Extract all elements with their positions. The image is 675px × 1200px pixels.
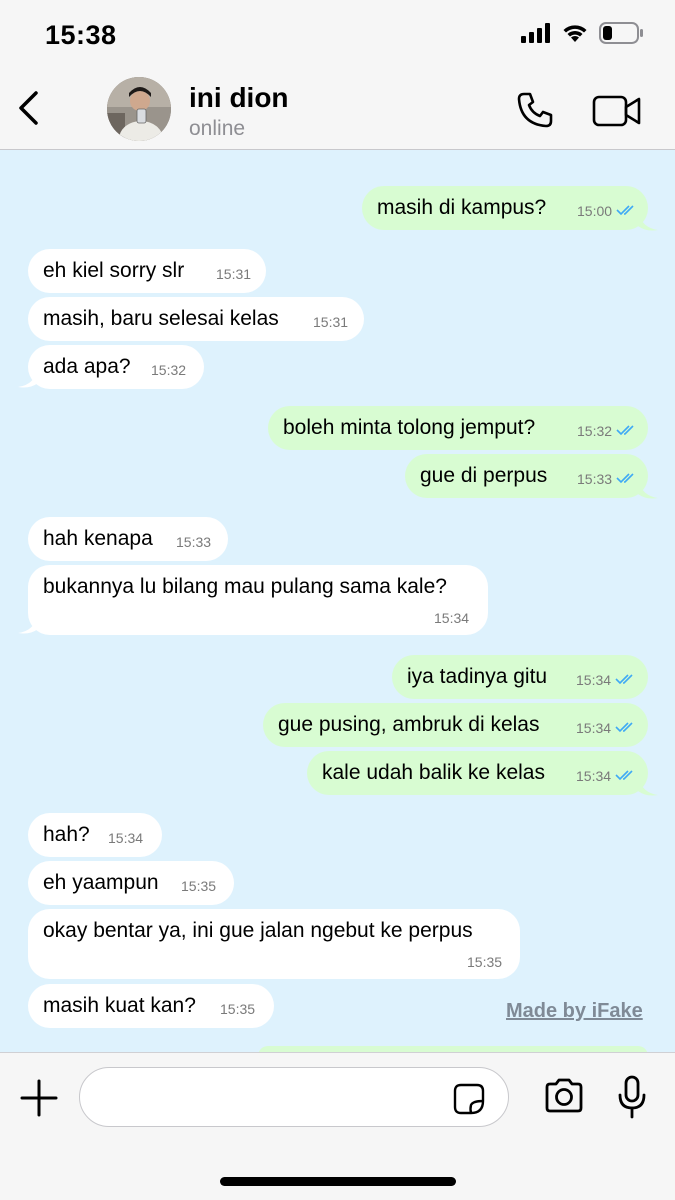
contact-status: online (189, 117, 246, 140)
message-time: 15:35 (220, 1001, 256, 1017)
message-outgoing[interactable]: boleh minta tolong jemput? 15:32 (268, 406, 648, 450)
message-text: masih, baru selesai kelas (43, 307, 279, 330)
message-incoming[interactable]: masih kuat kan? 15:35 (28, 984, 274, 1028)
message-time: 15:34 (576, 768, 612, 784)
message-outgoing[interactable]: kale udah balik ke kelas 15:34 (307, 751, 648, 795)
message-text: gue pusing, ambruk di kelas (278, 713, 540, 736)
message-text: boleh minta tolong jemput? (283, 416, 536, 439)
chat-area[interactable]: masih di kampus? 15:00 eh kiel sorry slr… (0, 150, 675, 1052)
message-time: 15:34 (576, 672, 612, 688)
message-input[interactable] (79, 1067, 509, 1127)
message-time: 15:33 (176, 534, 212, 550)
bubble-tail (638, 777, 658, 796)
message-time: 15:34 (108, 830, 144, 846)
status-time: 15:38 (45, 20, 117, 50)
bubble-tail (18, 615, 38, 634)
message-time: 15:31 (216, 266, 252, 282)
bubble-tail (638, 212, 658, 231)
message-incoming[interactable]: eh yaampun 15:35 (28, 861, 234, 905)
sticker-icon[interactable] (453, 1083, 485, 1115)
message-outgoing[interactable]: iya tadinya gitu 15:34 (392, 655, 648, 699)
message-incoming[interactable]: hah kenapa 15:33 (28, 517, 228, 561)
message-incoming[interactable]: ada apa? 15:32 (28, 345, 204, 389)
video-camera-icon[interactable] (592, 94, 642, 128)
message-text: iya tadinya gitu (407, 665, 548, 688)
message-text: eh yaampun (43, 871, 159, 894)
microphone-icon[interactable] (617, 1075, 647, 1119)
message-text: gue di perpus (420, 464, 548, 487)
message-text: masih kuat kan? (43, 994, 196, 1017)
phone-icon[interactable] (515, 90, 555, 130)
message-text: kale udah balik ke kelas (322, 761, 545, 784)
message-incoming[interactable]: bukannya lu bilang mau pulang sama kale?… (28, 565, 488, 635)
message-incoming[interactable]: hah? 15:34 (28, 813, 162, 857)
message-time: 15:35 (467, 954, 503, 970)
double-check-icon (615, 722, 633, 733)
message-outgoing[interactable]: gue pusing, ambruk di kelas 15:34 (263, 703, 648, 747)
message-time: 15:33 (577, 471, 613, 487)
battery-icon (599, 22, 643, 44)
message-outgoing[interactable]: masih di kampus? 15:00 (362, 186, 648, 230)
message-text: bukannya lu bilang mau pulang sama kale? (43, 575, 447, 598)
message-time: 15:34 (434, 610, 470, 626)
double-check-icon (615, 674, 633, 685)
double-check-icon (615, 770, 633, 781)
camera-icon[interactable] (543, 1077, 585, 1115)
input-bar (0, 1052, 675, 1200)
message-text: okay bentar ya, ini gue jalan ngebut ke … (43, 919, 473, 942)
message-incoming[interactable]: eh kiel sorry slr 15:31 (28, 249, 266, 293)
contact-name[interactable]: ini dion (189, 82, 289, 114)
message-text: hah kenapa (43, 527, 153, 550)
status-bar: 15:38 (0, 0, 675, 72)
message-text: eh kiel sorry slr (43, 259, 185, 282)
message-text: masih di kampus? (377, 196, 547, 219)
message-time: 15:35 (181, 878, 217, 894)
wifi-icon (563, 25, 587, 42)
message-text: ada apa? (43, 355, 131, 378)
plus-icon[interactable] (20, 1079, 58, 1117)
home-indicator (220, 1177, 456, 1186)
avatar[interactable] (107, 77, 171, 141)
double-check-icon (616, 425, 634, 436)
message-outgoing[interactable]: gue di perpus 15:33 (405, 454, 648, 498)
double-check-icon (616, 205, 634, 216)
cellular-signal-icon (521, 23, 550, 43)
message-time: 15:32 (151, 362, 187, 378)
chat-header: ini dion online (0, 72, 675, 150)
avatar-photo (107, 77, 171, 141)
back-icon[interactable] (14, 88, 48, 128)
message-text: hah? (43, 823, 90, 846)
bubble-tail (18, 369, 38, 388)
double-check-icon (616, 473, 634, 484)
message-time: 15:34 (576, 720, 612, 736)
message-time: 15:00 (577, 203, 613, 219)
message-incoming[interactable]: okay bentar ya, ini gue jalan ngebut ke … (28, 909, 520, 979)
message-time: 15:32 (577, 423, 613, 439)
watermark[interactable]: Made by iFake (506, 1000, 643, 1023)
bubble-tail (638, 480, 658, 499)
status-icons (521, 22, 645, 44)
message-time: 15:31 (313, 314, 349, 330)
message-incoming[interactable]: masih, baru selesai kelas 15:31 (28, 297, 364, 341)
